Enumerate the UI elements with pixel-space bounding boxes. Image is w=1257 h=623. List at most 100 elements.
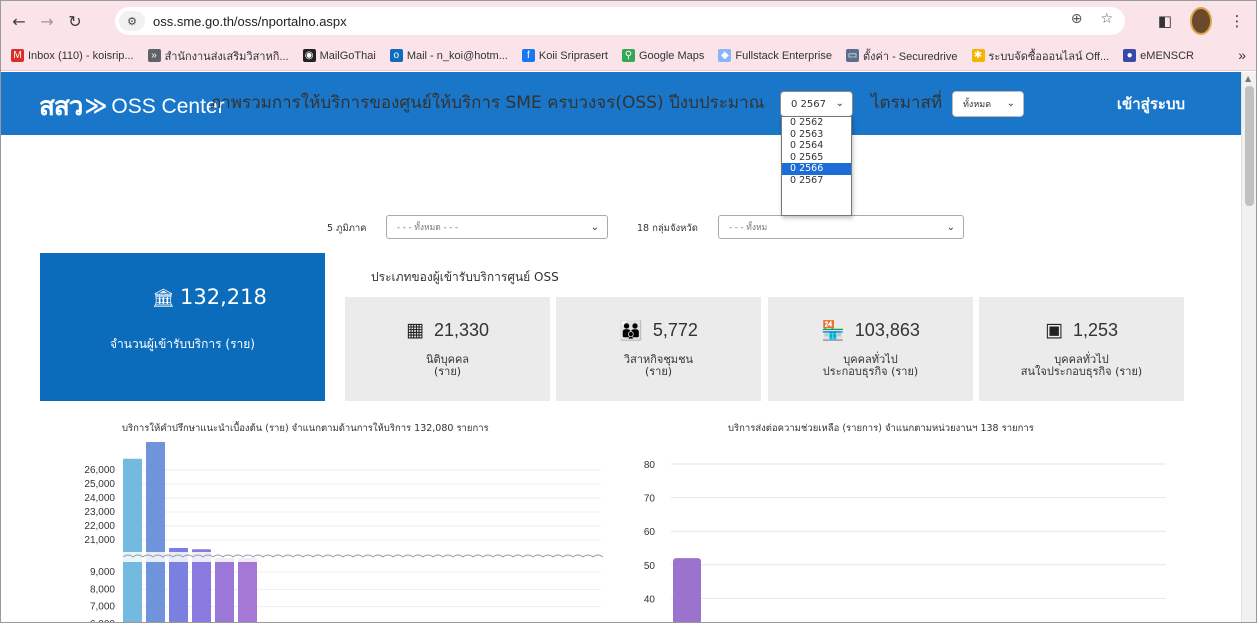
menu-icon[interactable]: ⋮ — [1226, 7, 1248, 35]
logo-chevron-icon: ≫ — [84, 94, 108, 119]
client-type-value: 103,863 — [854, 320, 920, 340]
bookmark-item[interactable]: ◆ Fullstack Enterprise — [718, 49, 832, 62]
y-tick-label: 9,000 — [90, 567, 115, 578]
bookmark-favicon-icon: ✱ — [971, 49, 985, 62]
profile-avatar[interactable] — [1190, 7, 1212, 35]
bookmark-favicon-icon: ◆ — [718, 49, 732, 62]
bookmark-item[interactable]: ▭ ตั้งค่า - Securedrive — [845, 47, 958, 65]
client-type-label-line2: (ราย) — [433, 365, 462, 378]
quarter-select[interactable]: ทั้งหมด ⌄ — [952, 91, 1024, 117]
region-select[interactable]: - - - ทั้งหมด - - - ⌄ — [386, 215, 608, 239]
year-select-value: 0 2567 — [791, 98, 826, 110]
y-tick-label: 6,000 — [90, 619, 115, 623]
chart-bar[interactable] — [238, 558, 257, 623]
bookmarks-bar: M Inbox (110) - koisrip...» สำนักงานส่งเสร… — [1, 41, 1256, 71]
y-tick-label: 25,000 — [84, 479, 115, 490]
region-select-value: - - - ทั้งหมด - - - — [397, 223, 459, 233]
y-tick-label: 50 — [644, 561, 656, 572]
chart-bar[interactable] — [673, 558, 701, 623]
bookmark-star-icon[interactable]: ☆ — [1100, 11, 1113, 27]
client-type-label: บุคคลทั่วไป สนใจประกอบธุรกิจ (ราย) — [979, 354, 1184, 378]
url-text[interactable]: oss.sme.go.th/oss/nportalno.aspx — [153, 14, 347, 29]
y-tick-label: 60 — [644, 527, 656, 538]
y-tick-label: 21,000 — [84, 535, 115, 546]
year-option[interactable]: 0 2566 — [782, 163, 851, 175]
province-group-select[interactable]: - - - ทั้งหม ⌄ — [718, 215, 964, 239]
scroll-up-icon[interactable]: ▲ — [1245, 74, 1251, 83]
bookmark-item[interactable]: ⚲ Google Maps — [621, 49, 704, 62]
bookmark-item[interactable]: o Mail - n_koi@hotm... — [389, 49, 508, 62]
client-type-value: 5,772 — [652, 320, 698, 340]
bookmark-item[interactable]: ✱ ระบบจัดซื้อออนไลน์ Off... — [971, 47, 1110, 65]
province-group-select-value: - - - ทั้งหม — [729, 223, 768, 233]
scroll-thumb[interactable] — [1245, 86, 1254, 206]
client-type-card: ▣ 1,253 บุคคลทั่วไป สนใจประกอบธุรกิจ (ราย) — [979, 297, 1184, 401]
chart-bar[interactable] — [215, 558, 234, 623]
login-link[interactable]: เข้าสู่ระบบ — [1117, 92, 1185, 116]
bookmark-label: ระบบจัดซื้อออนไลน์ Off... — [988, 50, 1110, 63]
year-option[interactable]: 0 2564 — [782, 140, 851, 152]
bookmark-favicon-icon: ▭ — [845, 49, 859, 62]
bookmark-item[interactable]: ◉ MailGoThai — [302, 49, 376, 62]
chevron-down-icon: ⌄ — [835, 98, 844, 109]
left-chart-svg: 26,000 25,000 24,000 23,000 22,000 21,000 9,00… — [84, 442, 604, 623]
year-option[interactable]: 0 2567 — [782, 175, 851, 187]
year-option[interactable]: 0 2563 — [782, 129, 851, 141]
y-tick-label: 8,000 — [90, 584, 115, 595]
back-icon[interactable]: ← — [5, 7, 33, 35]
bookmark-label: Fullstack Enterprise — [735, 49, 832, 62]
bookmark-item[interactable]: f Koii Sriprasert — [521, 49, 608, 62]
quarter-label: ไตรมาสที่ — [871, 93, 943, 113]
forward-icon[interactable]: → — [33, 7, 61, 35]
year-dropdown-list: 0 2562 0 2563 0 2564 0 2565 0 2566 0 2567 — [781, 116, 852, 216]
more-bookmarks-icon[interactable]: » — [1238, 47, 1246, 63]
bookmark-item[interactable]: » สำนักงานส่งเสริมวิสาหกิ... — [147, 47, 289, 65]
chart-bar[interactable] — [123, 458, 142, 623]
group-icon: 👪 — [619, 320, 643, 342]
logo-text: OSS Center — [111, 94, 225, 118]
address-bar-row: ← → ↻ ⚙ oss.sme.go.th/oss/nportalno.aspx… — [1, 1, 1256, 41]
client-types-title: ประเภทของผู้เข้ารับบริการศูนย์ OSS — [371, 270, 559, 284]
province-group-label: 18 กลุ่มจังหวัด — [637, 223, 698, 234]
client-type-value: 1,253 — [1072, 319, 1118, 340]
client-type-label-line2: สนใจประกอบธุรกิจ (ราย) — [1020, 365, 1143, 378]
page-scrollbar[interactable]: ▲ — [1241, 72, 1256, 622]
y-tick-label: 23,000 — [84, 507, 115, 518]
bookmark-favicon-icon: o — [389, 49, 403, 62]
bookmark-label: สำนักงานส่งเสริมวิสาหกิ... — [164, 50, 289, 63]
total-clients-box: 🏛 132,218 จำนวนผู้เข้ารับบริการ (ราย) — [40, 253, 325, 401]
bookmark-label: ตั้งค่า - Securedrive — [862, 50, 958, 63]
y-tick-label: 24,000 — [84, 493, 115, 504]
bookmark-item[interactable]: M Inbox (110) - koisrip... — [11, 49, 134, 62]
sidepanel-icon[interactable]: ◧ — [1154, 7, 1176, 35]
right-chart-title: บริการส่งต่อความช่วยเหลือ (รายการ) จำแนก… — [728, 423, 1034, 434]
logo[interactable]: สสว ≫ OSS Center — [39, 86, 225, 127]
y-tick-label: 40 — [644, 594, 656, 605]
chevron-down-icon: ⌄ — [946, 222, 955, 233]
reload-icon[interactable]: ↻ — [61, 7, 89, 35]
bank-icon: 🏛 — [152, 288, 175, 309]
region-label: 5 ภูมิภาค — [327, 223, 367, 234]
year-option[interactable]: 0 2562 — [782, 117, 851, 129]
bookmark-item[interactable]: ● eMENSCR — [1123, 49, 1194, 62]
page-content: สสว ≫ OSS Center เข้าสู่ระบบ ภาพรวมการให… — [1, 72, 1243, 623]
year-select[interactable]: 0 2567 ⌄ — [780, 91, 853, 117]
client-type-label: วิสาหกิจชุมชน (ราย) — [556, 354, 761, 378]
bookmark-favicon-icon: » — [147, 49, 161, 62]
year-option[interactable]: 0 2565 — [782, 152, 851, 164]
right-chart: 807060504030 — [631, 442, 1191, 623]
client-type-label-line2: (ราย) — [644, 365, 673, 378]
left-chart: 26,000 25,000 24,000 23,000 22,000 21,000 9,00… — [61, 442, 621, 623]
client-type-card: 🏪 103,863 บุคคลทั่วไป ประกอบธุรกิจ (ราย) — [768, 297, 973, 401]
bookmark-favicon-icon: ● — [1123, 49, 1137, 62]
y-tick-label: 80 — [644, 460, 656, 471]
right-chart-svg: 807060504030 — [644, 460, 1166, 623]
browser-window: ← → ↻ ⚙ oss.sme.go.th/oss/nportalno.aspx… — [0, 0, 1257, 623]
y-tick-label: 26,000 — [84, 465, 115, 476]
zoom-icon[interactable]: ⊕ — [1071, 11, 1083, 27]
bookmark-favicon-icon: M — [11, 49, 24, 62]
url-field[interactable]: ⚙ oss.sme.go.th/oss/nportalno.aspx ⊕ ☆ — [115, 7, 1125, 35]
site-info-icon[interactable]: ⚙ — [119, 11, 145, 31]
client-type-label: บุคคลทั่วไป ประกอบธุรกิจ (ราย) — [768, 354, 973, 378]
chart-bar[interactable] — [146, 442, 165, 623]
